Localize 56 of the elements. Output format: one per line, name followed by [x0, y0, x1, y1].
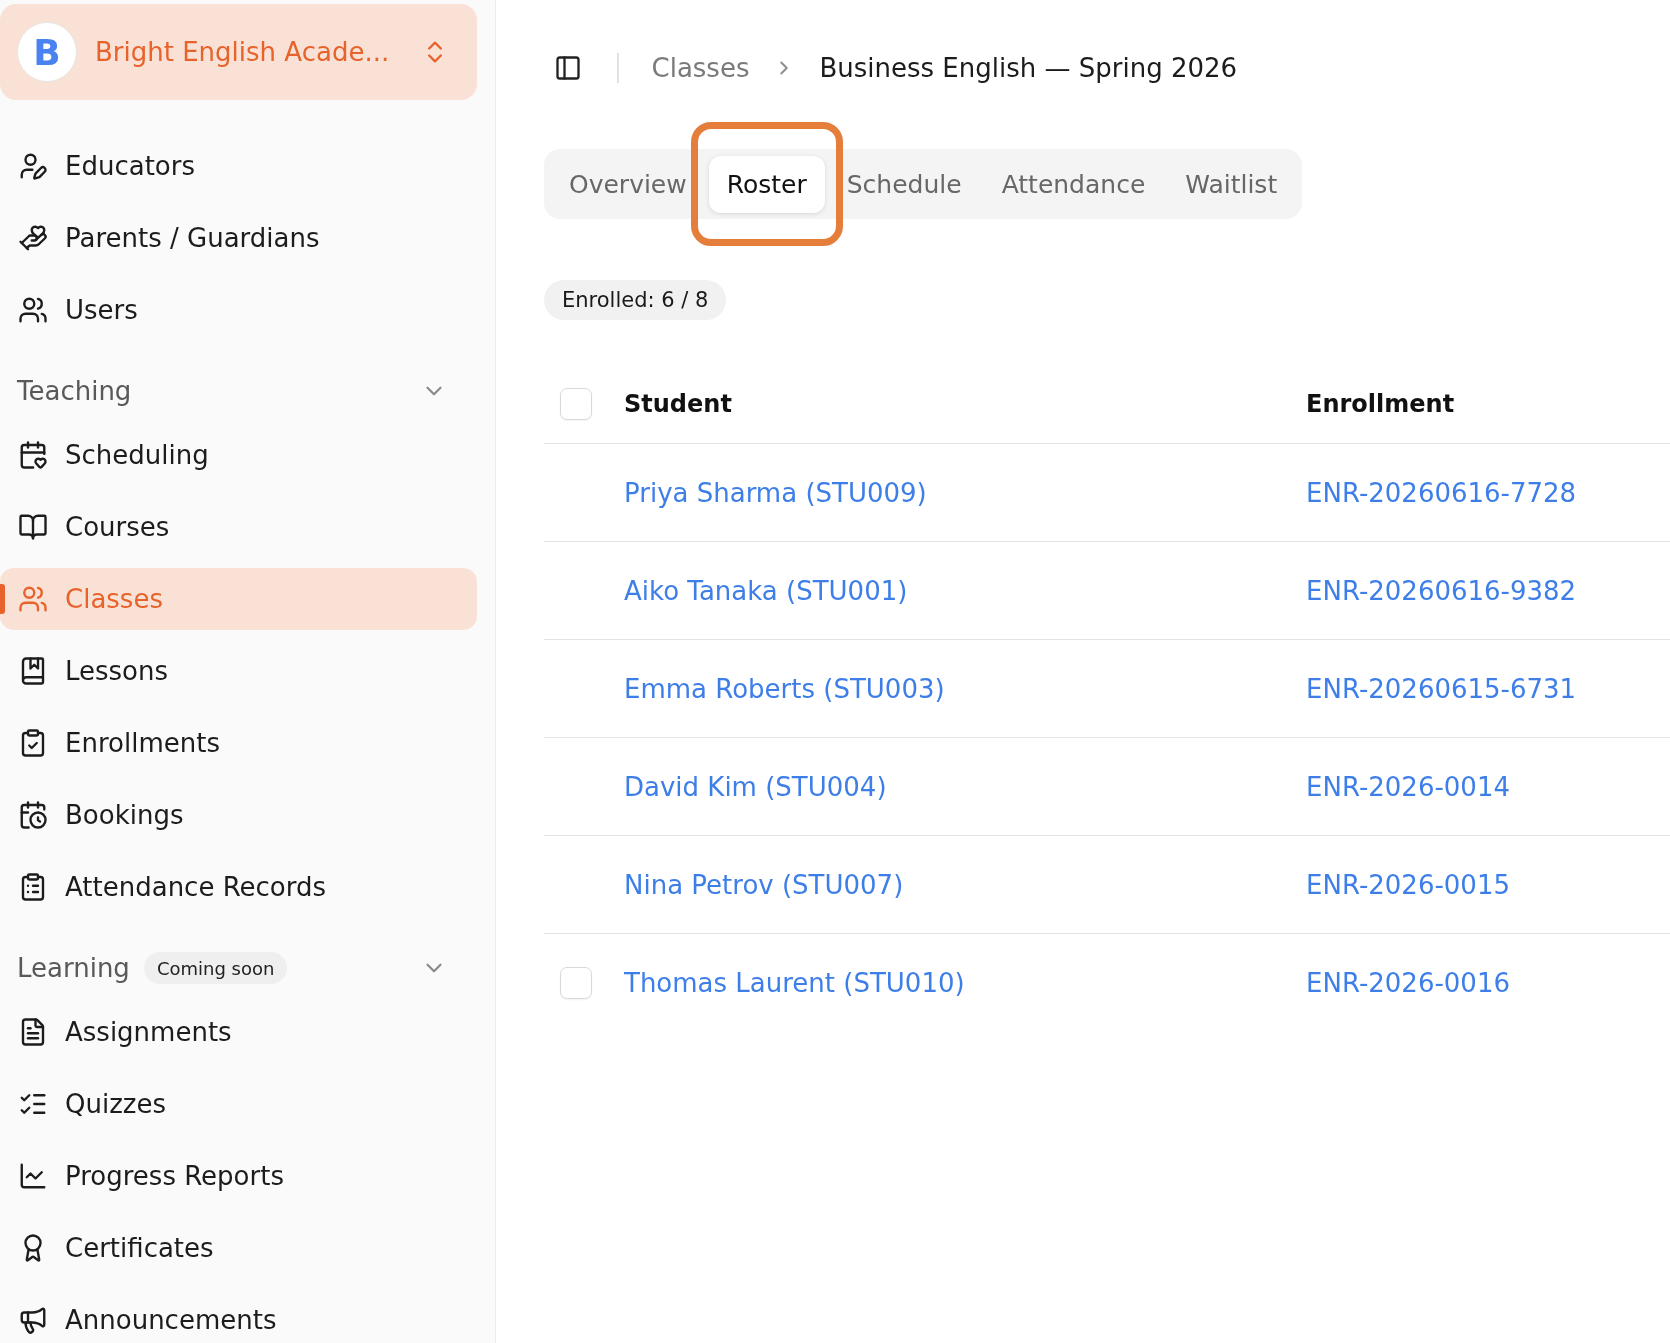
sidebar-item[interactable]: Educators: [0, 135, 477, 197]
enrollment-link[interactable]: ENR-20260616-9382: [1306, 575, 1577, 606]
breadcrumb-link[interactable]: Classes: [651, 53, 750, 83]
tab[interactable]: Attendance: [983, 155, 1164, 213]
sidebar-item[interactable]: Announcements: [0, 1289, 477, 1343]
user-pen-icon: [18, 151, 48, 181]
student-link[interactable]: Thomas Laurent (STU010): [624, 968, 965, 998]
enrollment-link[interactable]: ENR-20260616-7728: [1306, 477, 1577, 508]
org-switcher[interactable]: B Bright English Acade...: [0, 4, 477, 100]
section-title: Learning: [17, 953, 130, 983]
tab[interactable]: Waitlist: [1167, 155, 1296, 213]
sidebar-item[interactable]: Certificates: [0, 1217, 477, 1279]
coming-soon-badge: Coming soon: [143, 952, 288, 984]
users-icon: [18, 295, 48, 325]
enrolled-count-badge: Enrolled: 6 / 8: [544, 280, 727, 320]
sidebar-item[interactable]: Lessons: [0, 640, 477, 702]
checkbox[interactable]: [560, 967, 592, 999]
tab[interactable]: Schedule: [828, 155, 980, 213]
calendar-clock-icon: [18, 800, 48, 830]
sidebar-item[interactable]: Courses: [0, 496, 477, 558]
column-header: Student: [624, 389, 732, 418]
users-icon: [18, 584, 48, 614]
hand-heart-icon: [18, 223, 48, 253]
sidebar-item[interactable]: Progress Reports: [0, 1145, 477, 1207]
sidebar-item[interactable]: Attendance Records: [0, 856, 477, 918]
breadcrumb-current: Business English — Spring 2026: [819, 53, 1238, 83]
sidebar-item[interactable]: Bookings: [0, 784, 477, 846]
panel-left-icon: [554, 54, 582, 82]
checkbox[interactable]: [560, 387, 592, 420]
enrollment-link[interactable]: ENR-2026-0015: [1306, 869, 1510, 900]
calendar-heart-icon: [18, 440, 48, 470]
sidebar-item[interactable]: Scheduling: [0, 424, 477, 486]
megaphone-icon: [18, 1305, 48, 1335]
open-book-icon: [18, 512, 48, 542]
org-logo: B: [17, 22, 77, 82]
student-link[interactable]: Aiko Tanaka (STU001): [624, 575, 908, 606]
student-link[interactable]: Emma Roberts (STU003): [624, 673, 945, 704]
tab[interactable]: Roster: [708, 155, 825, 213]
sidebar-item[interactable]: Enrollments: [0, 712, 477, 774]
org-name: Bright English Acade...: [95, 37, 391, 67]
sidebar-item[interactable]: Classes: [0, 568, 477, 630]
sidebar-item[interactable]: Quizzes: [0, 1073, 477, 1135]
enrollment-link[interactable]: ENR-20260615-6731: [1306, 673, 1577, 704]
sidebar-item[interactable]: Parents / Guardians: [0, 207, 477, 269]
student-link[interactable]: Priya Sharma (STU009): [624, 477, 927, 508]
sidebar-item[interactable]: Assignments: [0, 1001, 477, 1063]
tab[interactable]: Overview: [551, 155, 705, 213]
column-header: Enrollment: [1306, 389, 1455, 418]
student-link[interactable]: Nina Petrov (STU007): [624, 869, 904, 900]
enrollment-link[interactable]: ENR-2026-0016: [1306, 968, 1510, 998]
student-link[interactable]: David Kim (STU004): [624, 771, 887, 802]
line-chart-icon: [18, 1161, 48, 1191]
sidebar-toggle-button[interactable]: [554, 54, 582, 82]
section-title: Teaching: [17, 376, 132, 406]
sidebar-item[interactable]: Users: [0, 279, 477, 341]
enrollment-link[interactable]: ENR-2026-0014: [1306, 771, 1510, 802]
